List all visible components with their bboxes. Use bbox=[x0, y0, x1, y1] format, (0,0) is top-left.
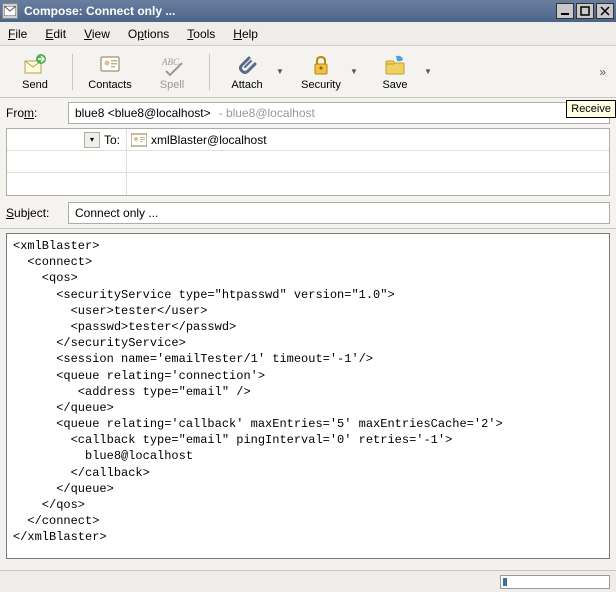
to-input[interactable] bbox=[151, 133, 605, 147]
send-label: Send bbox=[22, 79, 48, 91]
menu-tools[interactable]: Tools bbox=[187, 27, 215, 41]
from-label: From: bbox=[6, 106, 64, 120]
subject-label: Subject: bbox=[6, 206, 64, 220]
from-identity: blue8 <blue8@localhost> bbox=[75, 106, 211, 120]
subject-input[interactable] bbox=[68, 202, 610, 224]
save-label: Save bbox=[382, 79, 407, 91]
address-value-cell[interactable] bbox=[127, 129, 609, 150]
attach-icon bbox=[235, 53, 259, 77]
spell-label: Spell bbox=[160, 79, 184, 91]
menu-edit[interactable]: Edit bbox=[45, 27, 66, 41]
address-row-empty bbox=[7, 173, 609, 195]
progress-fill bbox=[503, 578, 507, 586]
address-type-cell[interactable] bbox=[7, 151, 127, 172]
spell-button[interactable]: ABC Spell bbox=[143, 49, 201, 95]
security-label: Security bbox=[301, 79, 341, 91]
body-text[interactable]: <xmlBlaster> <connect> <qos> <securitySe… bbox=[7, 234, 609, 550]
security-icon bbox=[309, 53, 333, 77]
spell-icon: ABC bbox=[160, 53, 184, 77]
address-type-cell[interactable] bbox=[7, 173, 127, 195]
contacts-icon bbox=[98, 53, 122, 77]
toolbar: Send Contacts ABC Spell Attach ▼ Securit… bbox=[0, 46, 616, 98]
send-icon bbox=[23, 53, 47, 77]
attach-button[interactable]: Attach bbox=[218, 49, 276, 95]
to-label: To: bbox=[104, 133, 120, 147]
contact-card-icon bbox=[131, 133, 147, 147]
from-email-gray: - blue8@localhost bbox=[219, 106, 315, 120]
address-value-cell[interactable] bbox=[127, 173, 609, 195]
statusbar bbox=[0, 570, 616, 592]
tooltip: Receive bbox=[566, 100, 616, 118]
address-type-cell[interactable]: ▾ To: bbox=[7, 129, 127, 150]
menu-view[interactable]: View bbox=[84, 27, 110, 41]
address-row: ▾ To: bbox=[7, 129, 609, 151]
security-button[interactable]: Security bbox=[292, 49, 350, 95]
progress-bar bbox=[500, 575, 610, 589]
menubar: File Edit View Options Tools Help bbox=[0, 22, 616, 46]
security-dropdown[interactable]: ▼ bbox=[350, 67, 358, 76]
save-button[interactable]: Save bbox=[366, 49, 424, 95]
menu-file[interactable]: File bbox=[8, 27, 27, 41]
message-body[interactable]: <xmlBlaster> <connect> <qos> <securitySe… bbox=[6, 233, 610, 559]
app-icon bbox=[2, 3, 18, 19]
menu-help[interactable]: Help bbox=[233, 27, 258, 41]
close-button[interactable] bbox=[596, 3, 614, 19]
attach-label: Attach bbox=[231, 79, 262, 91]
separator bbox=[209, 54, 210, 90]
toolbar-overflow[interactable]: » bbox=[595, 61, 610, 83]
compose-header: From: blue8 <blue8@localhost> - blue8@lo… bbox=[0, 98, 616, 229]
address-value-cell[interactable] bbox=[127, 151, 609, 172]
attach-dropdown[interactable]: ▼ bbox=[276, 67, 284, 76]
menu-options[interactable]: Options bbox=[128, 27, 169, 41]
contacts-label: Contacts bbox=[88, 79, 131, 91]
address-row-empty bbox=[7, 151, 609, 173]
maximize-button[interactable] bbox=[576, 3, 594, 19]
address-type-dropdown[interactable]: ▾ bbox=[84, 132, 100, 148]
svg-text:ABC: ABC bbox=[161, 57, 180, 67]
save-icon bbox=[383, 53, 407, 77]
from-dropdown[interactable]: blue8 <blue8@localhost> - blue8@localhos… bbox=[68, 102, 610, 124]
window-title: Compose: Connect only ... bbox=[24, 4, 554, 18]
send-button[interactable]: Send bbox=[6, 49, 64, 95]
separator bbox=[72, 54, 73, 90]
minimize-button[interactable] bbox=[556, 3, 574, 19]
contacts-button[interactable]: Contacts bbox=[81, 49, 139, 95]
titlebar: Compose: Connect only ... bbox=[0, 0, 616, 22]
address-table: ▾ To: bbox=[6, 128, 610, 196]
save-dropdown[interactable]: ▼ bbox=[424, 67, 432, 76]
